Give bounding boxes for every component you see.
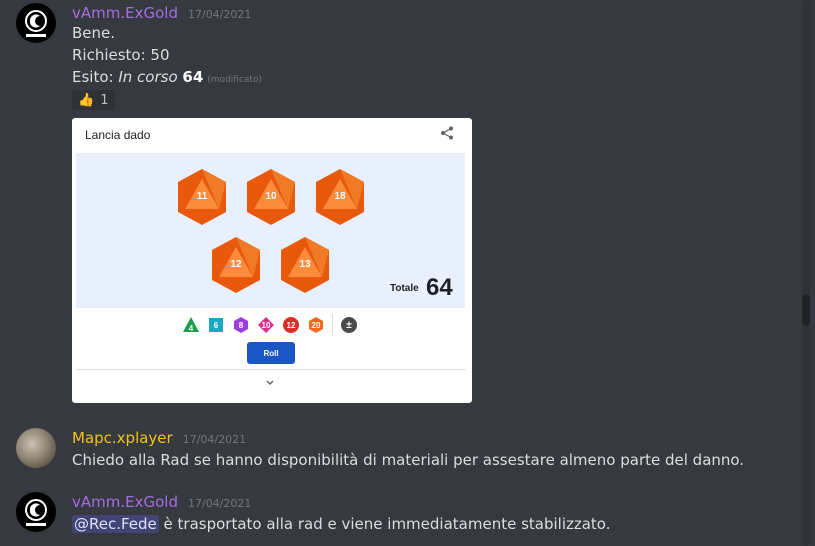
outcome-status: In corso	[118, 68, 178, 86]
die-value: 13	[299, 259, 311, 270]
outcome-prefix: Esito:	[72, 68, 119, 86]
reaction-count: 1	[100, 92, 109, 108]
reaction-thumbs-up[interactable]: 👍 1	[72, 90, 115, 110]
d12-button[interactable]: 12	[282, 316, 300, 334]
avatar[interactable]	[16, 492, 56, 532]
total-value: 64	[426, 274, 453, 301]
d10-label: 10	[261, 320, 271, 330]
message-text: Richiesto: 50	[72, 46, 170, 64]
d4-button[interactable]: 4	[182, 316, 200, 334]
die-value: 18	[334, 191, 346, 202]
astronaut-logo-icon	[25, 499, 47, 526]
die-value: 10	[265, 191, 277, 202]
divider	[76, 369, 466, 370]
d20-result-die: 13	[278, 235, 332, 295]
message-text: Bene.	[72, 24, 116, 42]
username[interactable]: vAmm.ExGold	[72, 4, 178, 22]
message-text: Esito: In corso 64 (modificato)	[72, 66, 262, 91]
d8-label: 8	[238, 320, 244, 330]
share-icon[interactable]	[440, 126, 454, 140]
timestamp: 17/04/2021	[187, 8, 252, 21]
message-text: @Rec.Fede è trasportato alla rad e viene…	[72, 513, 611, 535]
d20-button[interactable]: 20	[307, 316, 325, 334]
astronaut-logo-icon	[25, 10, 47, 37]
d20-result-die: 18	[313, 167, 367, 227]
timestamp: 17/04/2021	[187, 497, 252, 510]
chevron-down-icon[interactable]	[264, 377, 276, 389]
d4-label: 4	[188, 323, 194, 333]
dice-type-selector: 4 6 8 10 12 20 ±	[182, 314, 358, 336]
total-label: Totale	[390, 283, 419, 294]
thumbs-up-icon: 👍	[78, 92, 95, 108]
username[interactable]: vAmm.ExGold	[72, 493, 178, 511]
d8-button[interactable]: 8	[232, 316, 250, 334]
d10-button[interactable]: 10	[257, 316, 275, 334]
scrollbar-track[interactable]	[802, 0, 810, 546]
dice-roller-embed: Lancia dado 11 10 18 12 13 Totale 64 4 6…	[72, 118, 472, 403]
scrollbar-thumb[interactable]	[802, 294, 810, 326]
roll-button[interactable]: Roll	[247, 342, 295, 364]
timestamp: 17/04/2021	[182, 433, 247, 446]
edited-marker: (modificato)	[207, 75, 262, 85]
divider	[332, 314, 333, 336]
avatar[interactable]	[16, 3, 56, 43]
d20-result-die: 12	[209, 235, 263, 295]
d6-button[interactable]: 6	[207, 316, 225, 334]
card-title: Lancia dado	[85, 128, 151, 142]
d20-result-die: 11	[175, 167, 229, 227]
die-value: 12	[230, 259, 242, 270]
outcome-value: 64	[182, 68, 204, 86]
d20-label: 20	[311, 320, 321, 330]
d20-result-die: 10	[244, 167, 298, 227]
user-mention[interactable]: @Rec.Fede	[72, 515, 159, 533]
d6-label: 6	[213, 320, 219, 330]
message-text: Chiedo alla Rad se hanno disponibilità d…	[72, 451, 745, 469]
die-value: 11	[196, 191, 208, 202]
modifier-button[interactable]: ±	[340, 316, 358, 334]
d12-label: 12	[286, 320, 296, 330]
message-body: è trasportato alla rad e viene immediata…	[158, 515, 611, 533]
avatar[interactable]	[16, 428, 56, 468]
username[interactable]: Mapc.xplayer	[72, 429, 173, 447]
modifier-label: ±	[346, 319, 352, 331]
